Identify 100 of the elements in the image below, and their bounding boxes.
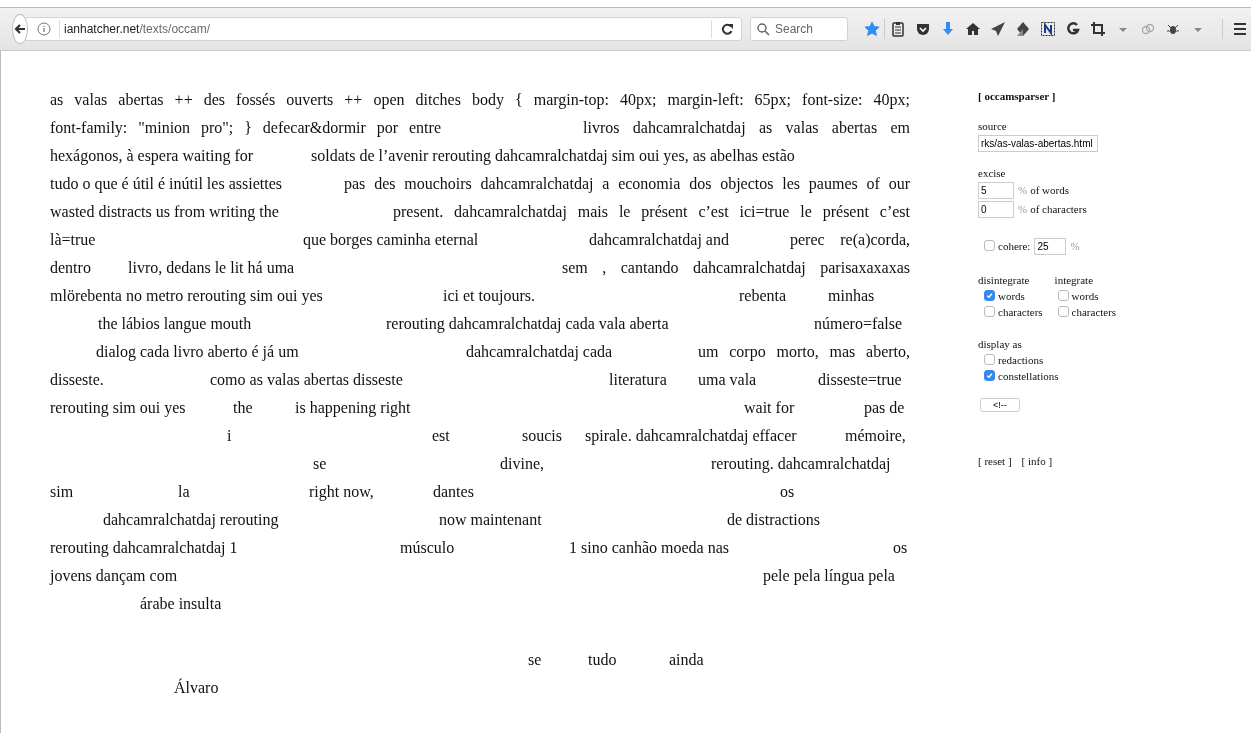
text-fragment: the lábios langue mouth [98, 314, 252, 335]
app-title: [ occamsparser ] [978, 89, 1057, 103]
star-icon[interactable] [864, 21, 880, 37]
text-fragment: hexágonos, à espera waiting for [50, 146, 254, 167]
checkbox-label: characters [1071, 306, 1117, 318]
reload-icon[interactable] [719, 22, 734, 36]
text-fragment: pas des mouchoirs dahcamralchatdaj a economia dos objectos les paumes of our [344, 174, 910, 195]
text-fragment: soldats de l’avenir rerouting dahcamralchatdaj sim oui yes, as abelhas estão [311, 146, 795, 167]
text-fragment: right now, [309, 482, 374, 503]
field-label: of words [1030, 184, 1069, 196]
text-fragment: rerouting dahcamralchatdaj 1 [50, 538, 238, 559]
checkbox[interactable] [984, 306, 995, 317]
text-fragment: dahcamralchatdaj and [589, 230, 729, 251]
field-label: excise [978, 166, 1007, 180]
group-label: disintegrate [978, 273, 1031, 287]
text-fragment: de distractions [727, 510, 820, 530]
text-fragment: soucis [522, 426, 562, 446]
text-fragment: pele pela língua pela [763, 566, 895, 587]
checkbox[interactable] [984, 354, 995, 365]
checkbox-label: words [1071, 290, 1099, 302]
text-link[interactable]: [ info ] [1021, 454, 1053, 468]
checkbox[interactable] [984, 240, 995, 251]
text-fragment: Álvaro [174, 677, 219, 698]
text-fragment: wasted distracts us from writing the [50, 202, 279, 223]
text-fragment: rerouting. dahcamralchatdaj [711, 454, 891, 475]
text-link[interactable]: [ reset ] [978, 454, 1012, 468]
text-fragment: número=false [814, 314, 904, 334]
checkbox-label: cohere: [998, 240, 1031, 252]
text-fragment: rerouting sim oui yes [50, 398, 186, 419]
text-fragment: spirale. dahcamralchatdaj effacer [585, 426, 797, 447]
text-fragment: minhas [828, 286, 875, 306]
text-fragment: literatura [609, 370, 667, 390]
back-button[interactable] [12, 14, 28, 44]
checkbox[interactable] [1057, 290, 1069, 301]
field-label: source [978, 119, 1008, 133]
menu-icon[interactable] [1231, 21, 1248, 37]
text-fragment: pas de [864, 398, 905, 419]
crop-icon[interactable] [1089, 21, 1106, 37]
text-fragment: font-family: "minion pro"; } defecar&dormir por entre [50, 118, 441, 139]
percent-sign: % [1018, 203, 1028, 215]
back-arrow-icon [13, 22, 27, 36]
rings-icon[interactable] [1139, 21, 1156, 37]
text-fragment: rerouting dahcamralchatdaj cada vala aberta [386, 314, 669, 335]
checkbox-label: constellations [998, 370, 1059, 382]
text-fragment: uma vala [698, 370, 757, 390]
text-fragment: dahcamralchatdaj cada [466, 342, 613, 363]
checkbox-label: words [998, 290, 1025, 302]
back-button[interactable]: <!-- [980, 398, 1020, 412]
pocket-icon[interactable] [914, 21, 931, 37]
percent-sign: % [1070, 240, 1080, 252]
text-fragment: est [432, 426, 450, 446]
checkbox[interactable] [984, 290, 995, 301]
url-text: ianhatcher.net/texts/occam/ [59, 20, 211, 38]
field-label: of characters [1030, 203, 1087, 215]
checkbox[interactable] [1057, 306, 1069, 317]
text-fragment: now maintenant [439, 510, 542, 530]
text-fragment: os [893, 538, 908, 558]
n-box-icon[interactable] [1039, 21, 1056, 37]
text-fragment: árabe insulta [140, 594, 222, 614]
number-field[interactable]: 5 [978, 182, 1014, 199]
text-fragment: 1 sino canhão moeda nas [569, 538, 729, 558]
text-fragment: ainda [669, 650, 704, 670]
text-fragment: como as valas abertas disseste [210, 370, 403, 390]
text-fragment: tudo o que é útil é inútil les assiettes [50, 174, 282, 195]
text-fragment: rebenta [739, 286, 787, 306]
text-fragment: que borges caminha eternal [303, 230, 479, 251]
group-label: display as [978, 337, 1023, 351]
checkbox-label: redactions [998, 354, 1044, 366]
source-field[interactable]: rks/as-valas-abertas.html [978, 135, 1098, 152]
g-logo-icon[interactable] [1064, 21, 1081, 37]
text-fragment: jovens dançam com [50, 566, 178, 587]
text-fragment: wait for [744, 398, 795, 418]
text-fragment: sem , cantando dahcamralchatdaj parisaxaxaxas [562, 258, 910, 279]
text-fragment: sim [50, 482, 74, 502]
text-fragment: divine, [500, 454, 544, 474]
search-field[interactable]: Search [750, 17, 848, 41]
text-fragment: um corpo morto, mas aberto, [698, 342, 910, 363]
text-fragment: dialog cada livro aberto é já um [96, 342, 299, 363]
info-icon[interactable] [37, 22, 51, 36]
number-field[interactable]: 0 [978, 201, 1014, 218]
number-field[interactable]: 25 [1034, 238, 1067, 255]
text-fragment: ici et toujours. [443, 286, 535, 307]
text-fragment: i [227, 426, 232, 446]
clipboard-icon[interactable] [889, 21, 906, 37]
text-fragment: la [178, 482, 190, 502]
text-fragment: dahcamralchatdaj rerouting [103, 510, 279, 531]
text-fragment: se [528, 650, 542, 670]
diamond-icon[interactable] [1014, 21, 1031, 37]
text-fragment: là=true [50, 230, 96, 250]
text-fragment: os [780, 482, 795, 502]
text-fragment: músculo [400, 538, 455, 558]
address-bar[interactable]: ianhatcher.net/texts/occam/ [24, 17, 742, 41]
text-fragment: dantes [433, 482, 474, 502]
checkbox-label: characters [998, 306, 1043, 318]
text-fragment: livro, dedans le lit há uma [128, 258, 295, 278]
checkbox[interactable] [984, 370, 995, 381]
paper-plane-icon[interactable] [989, 21, 1006, 37]
home-icon[interactable] [964, 21, 981, 37]
text-fragment: perec re(a)corda, [790, 230, 910, 251]
text-fragment: is happening right [295, 398, 411, 419]
